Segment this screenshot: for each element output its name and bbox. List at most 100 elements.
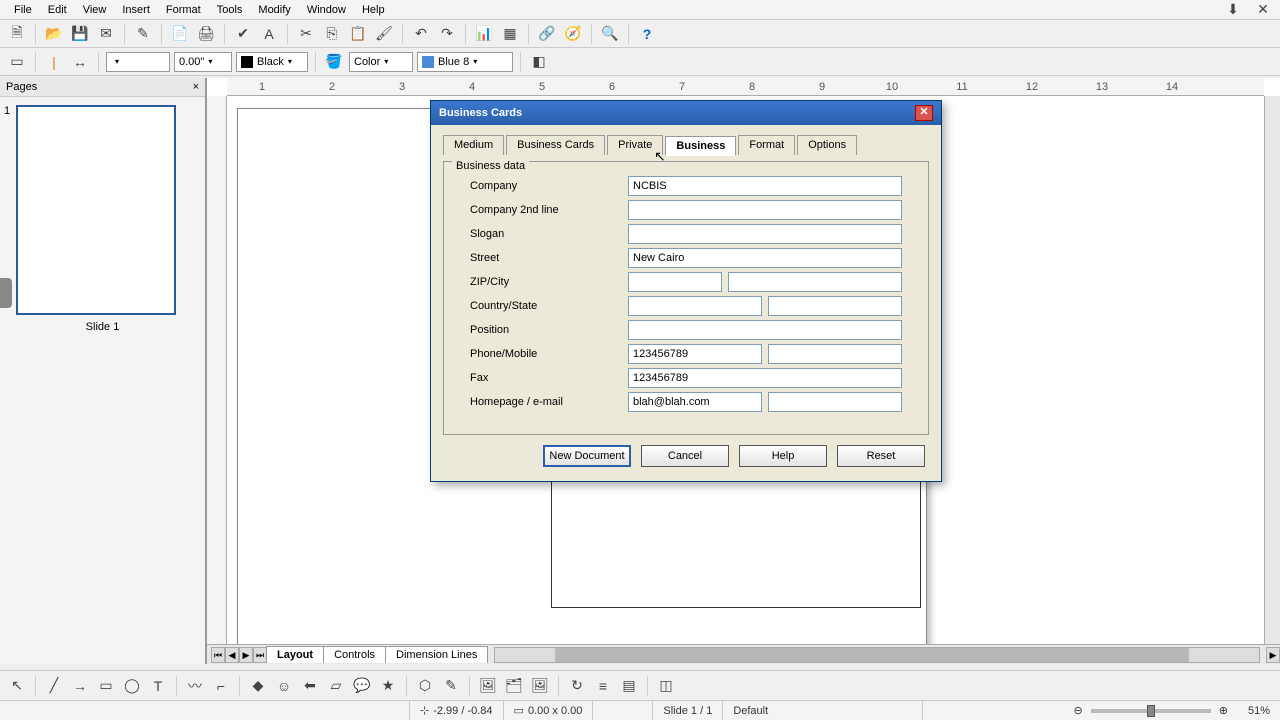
sheet-tab-dimension[interactable]: Dimension Lines bbox=[385, 646, 488, 663]
save-icon[interactable]: 💾 bbox=[69, 23, 91, 45]
download-icon[interactable]: ⬇ bbox=[1222, 0, 1244, 21]
new-document-button[interactable]: New Document bbox=[543, 445, 631, 467]
cancel-button[interactable]: Cancel bbox=[641, 445, 729, 467]
format-paint-icon[interactable]: 🖌 bbox=[373, 23, 395, 45]
arrange-icon[interactable]: ▤ bbox=[618, 675, 640, 697]
tab-nav-next[interactable]: ▶ bbox=[239, 647, 253, 663]
autospell-icon[interactable]: A bbox=[258, 23, 280, 45]
input-company2[interactable] bbox=[628, 200, 902, 220]
input-company[interactable] bbox=[628, 176, 902, 196]
input-city[interactable] bbox=[728, 272, 902, 292]
stars-icon[interactable]: ★ bbox=[377, 675, 399, 697]
help-button[interactable]: Help bbox=[739, 445, 827, 467]
input-fax[interactable] bbox=[628, 368, 902, 388]
arrow-style-icon[interactable]: ↔ bbox=[69, 51, 91, 73]
shadow-icon[interactable]: ◧ bbox=[528, 51, 550, 73]
ellipse-tool-icon[interactable]: ◯ bbox=[121, 675, 143, 697]
points-icon[interactable]: ⬡ bbox=[414, 675, 436, 697]
menu-tools[interactable]: Tools bbox=[209, 2, 251, 18]
input-zip[interactable] bbox=[628, 272, 722, 292]
menu-modify[interactable]: Modify bbox=[250, 2, 298, 18]
redo-icon[interactable]: ↷ bbox=[436, 23, 458, 45]
glue-icon[interactable]: ✎ bbox=[440, 675, 462, 697]
tab-nav-last[interactable]: ⏭ bbox=[253, 647, 267, 663]
select-tool-icon[interactable]: ↖ bbox=[6, 675, 28, 697]
menu-edit[interactable]: Edit bbox=[40, 2, 75, 18]
zoom-out-icon[interactable]: ⊖ bbox=[1074, 704, 1083, 717]
page-icon[interactable]: ▭ bbox=[6, 51, 28, 73]
horizontal-scrollbar[interactable] bbox=[494, 647, 1260, 663]
vertical-scrollbar[interactable] bbox=[1264, 96, 1280, 644]
tab-medium[interactable]: Medium bbox=[443, 135, 504, 155]
paste-icon[interactable]: 📋 bbox=[347, 23, 369, 45]
input-street[interactable] bbox=[628, 248, 902, 268]
input-country[interactable] bbox=[628, 296, 762, 316]
panel-collapse-grip[interactable] bbox=[0, 278, 12, 308]
zoom-in-icon[interactable]: ⊕ bbox=[1219, 704, 1228, 717]
scroll-right-icon[interactable]: ▶ bbox=[1266, 647, 1280, 663]
menu-view[interactable]: View bbox=[75, 2, 115, 18]
chart-icon[interactable]: 📊 bbox=[473, 23, 495, 45]
connector-tool-icon[interactable]: ⌐ bbox=[210, 675, 232, 697]
slide-thumbnail[interactable] bbox=[16, 105, 176, 315]
reset-button[interactable]: Reset bbox=[837, 445, 925, 467]
line-width-combo[interactable]: 0.00"▾ bbox=[174, 52, 232, 72]
menu-format[interactable]: Format bbox=[158, 2, 209, 18]
line-style-icon[interactable]: | bbox=[43, 51, 65, 73]
copy-icon[interactable]: ⎘ bbox=[321, 23, 343, 45]
input-mobile[interactable] bbox=[768, 344, 902, 364]
fill-color-combo[interactable]: Blue 8▾ bbox=[417, 52, 513, 72]
basic-shapes-icon[interactable]: ◆ bbox=[247, 675, 269, 697]
from-file-icon[interactable]: 🗂 bbox=[503, 675, 525, 697]
menu-insert[interactable]: Insert bbox=[114, 2, 158, 18]
open-icon[interactable]: 📂 bbox=[43, 23, 65, 45]
spellcheck-icon[interactable]: ✔ bbox=[232, 23, 254, 45]
tab-format[interactable]: Format bbox=[738, 135, 795, 155]
symbol-shapes-icon[interactable]: ☺ bbox=[273, 675, 295, 697]
print-icon[interactable]: 🖨 bbox=[195, 23, 217, 45]
tab-nav-prev[interactable]: ◀ bbox=[225, 647, 239, 663]
rotate-icon[interactable]: ↻ bbox=[566, 675, 588, 697]
tab-business-cards[interactable]: Business Cards bbox=[506, 135, 605, 155]
tab-business[interactable]: Business bbox=[665, 136, 736, 156]
arrow-tool-icon[interactable]: → bbox=[69, 675, 91, 697]
hyperlink-icon[interactable]: 🔗 bbox=[536, 23, 558, 45]
new-doc-icon[interactable]: 🗎 bbox=[6, 23, 28, 45]
align-icon[interactable]: ≡ bbox=[592, 675, 614, 697]
menu-help[interactable]: Help bbox=[354, 2, 393, 18]
block-arrows-icon[interactable]: ⬅ bbox=[299, 675, 321, 697]
input-email[interactable] bbox=[768, 392, 902, 412]
zoom-icon[interactable]: 🔍 bbox=[599, 23, 621, 45]
undo-icon[interactable]: ↶ bbox=[410, 23, 432, 45]
flowchart-icon[interactable]: ▱ bbox=[325, 675, 347, 697]
callouts-icon[interactable]: 💬 bbox=[351, 675, 373, 697]
menu-window[interactable]: Window bbox=[299, 2, 354, 18]
line-tool-icon[interactable]: ╱ bbox=[43, 675, 65, 697]
help-icon[interactable]: ? bbox=[636, 23, 658, 45]
pdf-icon[interactable]: 📄 bbox=[169, 23, 191, 45]
fontwork-icon[interactable]: 🖼 bbox=[477, 675, 499, 697]
fill-bucket-icon[interactable]: 🪣 bbox=[323, 51, 345, 73]
navigator-icon[interactable]: 🧭 bbox=[562, 23, 584, 45]
tab-private[interactable]: Private bbox=[607, 135, 663, 155]
input-position[interactable] bbox=[628, 320, 902, 340]
input-slogan[interactable] bbox=[628, 224, 902, 244]
extrusion-icon[interactable]: ◫ bbox=[655, 675, 677, 697]
fill-type-combo[interactable]: Color▾ bbox=[349, 52, 413, 72]
input-homepage[interactable] bbox=[628, 392, 762, 412]
input-phone[interactable] bbox=[628, 344, 762, 364]
table-icon[interactable]: ▦ bbox=[499, 23, 521, 45]
menu-file[interactable]: File bbox=[6, 2, 40, 18]
pages-close-icon[interactable]: × bbox=[193, 81, 199, 93]
text-tool-icon[interactable]: T bbox=[147, 675, 169, 697]
sheet-tab-controls[interactable]: Controls bbox=[323, 646, 386, 663]
email-icon[interactable]: ✉ bbox=[95, 23, 117, 45]
tab-nav-first[interactable]: ⏮ bbox=[211, 647, 225, 663]
edit-icon[interactable]: ✎ bbox=[132, 23, 154, 45]
zoom-slider[interactable] bbox=[1091, 709, 1211, 713]
status-zoom[interactable]: 51% bbox=[1238, 701, 1280, 720]
curve-tool-icon[interactable]: 〰 bbox=[184, 675, 206, 697]
tab-options[interactable]: Options bbox=[797, 135, 857, 155]
line-style-combo[interactable]: ▾ bbox=[106, 52, 170, 72]
line-color-combo[interactable]: Black▾ bbox=[236, 52, 308, 72]
